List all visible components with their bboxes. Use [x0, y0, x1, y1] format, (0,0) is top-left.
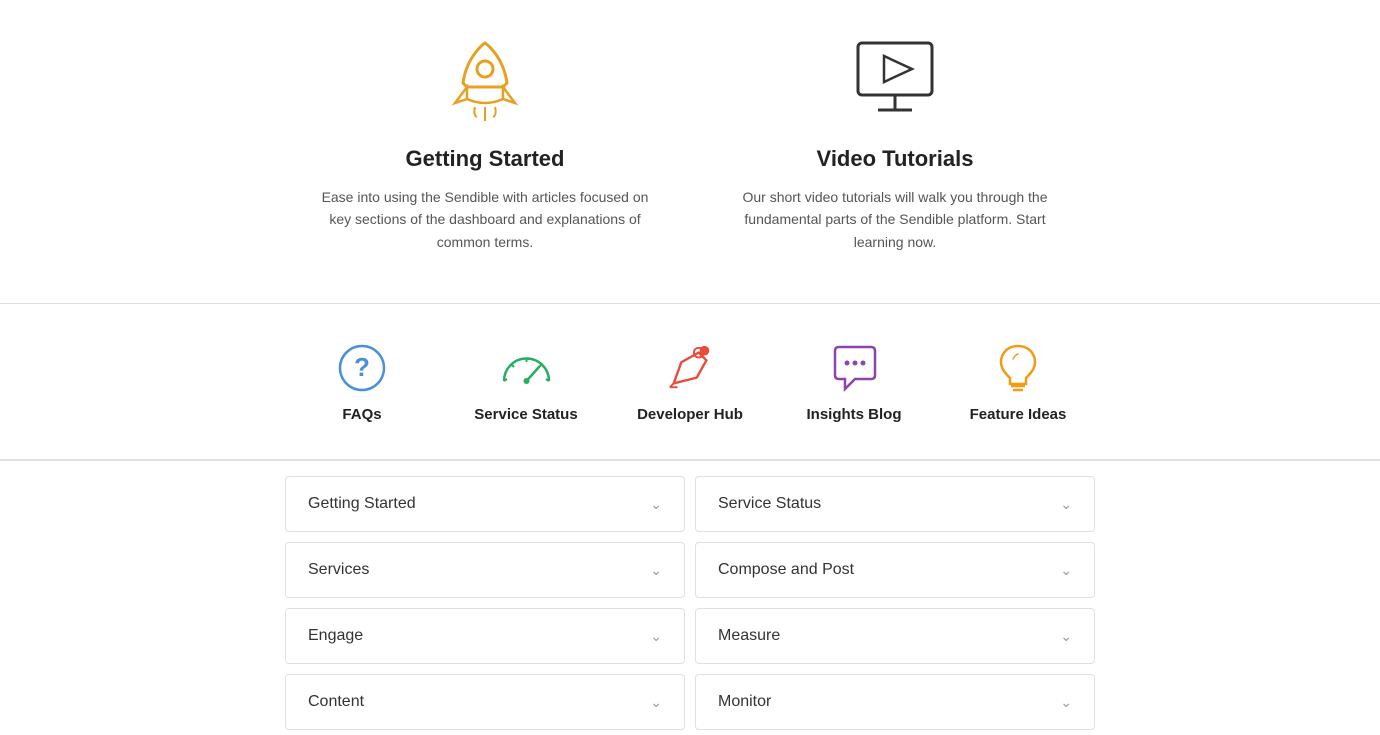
getting-started-desc: Ease into using the Sendible with articl… — [320, 186, 650, 253]
getting-started-title: Getting Started — [406, 146, 565, 172]
chevron-down-icon: ⌄ — [1060, 562, 1072, 579]
compose-post-accordion[interactable]: Compose and Post ⌄ — [695, 542, 1095, 598]
faqs-label: FAQs — [342, 406, 381, 423]
engage-accordion[interactable]: Engage ⌄ — [285, 608, 685, 664]
video-tutorials-title: Video Tutorials — [817, 146, 974, 172]
getting-started-acc-label: Getting Started — [308, 495, 416, 513]
insights-blog-label: Insights Blog — [807, 406, 902, 423]
service-status-icon — [498, 340, 554, 396]
icon-strip: ? FAQs Service Status — [0, 304, 1380, 461]
accordion-grid: Getting Started ⌄ Service Status ⌄ Servi… — [0, 471, 1380, 735]
video-tutorials-card: Video Tutorials Our short video tutorial… — [690, 20, 1100, 273]
video-tutorials-desc: Our short video tutorials will walk you … — [730, 186, 1060, 253]
service-status-accordion[interactable]: Service Status ⌄ — [695, 476, 1095, 532]
service-status-label: Service Status — [474, 406, 577, 423]
chevron-down-icon: ⌄ — [1060, 496, 1072, 513]
feature-ideas-icon-item[interactable]: Feature Ideas — [936, 332, 1100, 431]
developer-hub-icon — [662, 340, 718, 396]
chevron-down-icon: ⌄ — [650, 694, 662, 711]
chevron-down-icon: ⌄ — [1060, 694, 1072, 711]
getting-started-card: Getting Started Ease into using the Send… — [280, 20, 690, 273]
monitor-accordion[interactable]: Monitor ⌄ — [695, 674, 1095, 730]
measure-acc-label: Measure — [718, 627, 780, 645]
chevron-down-icon: ⌄ — [650, 496, 662, 513]
services-acc-label: Services — [308, 561, 369, 579]
measure-accordion[interactable]: Measure ⌄ — [695, 608, 1095, 664]
chevron-down-icon: ⌄ — [650, 562, 662, 579]
developer-hub-icon-item[interactable]: Developer Hub — [608, 332, 772, 431]
monitor-acc-label: Monitor — [718, 693, 771, 711]
engage-acc-label: Engage — [308, 627, 363, 645]
service-status-acc-label: Service Status — [718, 495, 821, 513]
feature-ideas-label: Feature Ideas — [970, 406, 1067, 423]
insights-blog-icon-item[interactable]: Insights Blog — [772, 332, 936, 431]
faq-icon: ? — [334, 340, 390, 396]
chevron-down-icon: ⌄ — [650, 628, 662, 645]
insights-blog-icon — [826, 340, 882, 396]
service-status-icon-item[interactable]: Service Status — [444, 332, 608, 431]
monitor-play-icon — [845, 30, 945, 130]
developer-hub-label: Developer Hub — [637, 406, 743, 423]
svg-text:?: ? — [354, 352, 370, 382]
compose-post-acc-label: Compose and Post — [718, 561, 854, 579]
faqs-icon-item[interactable]: ? FAQs — [280, 332, 444, 431]
top-section: Getting Started Ease into using the Send… — [0, 0, 1380, 304]
content-acc-label: Content — [308, 693, 364, 711]
chevron-down-icon: ⌄ — [1060, 628, 1072, 645]
services-accordion[interactable]: Services ⌄ — [285, 542, 685, 598]
getting-started-accordion[interactable]: Getting Started ⌄ — [285, 476, 685, 532]
feature-ideas-icon — [990, 340, 1046, 396]
content-accordion[interactable]: Content ⌄ — [285, 674, 685, 730]
rocket-icon — [435, 30, 535, 130]
